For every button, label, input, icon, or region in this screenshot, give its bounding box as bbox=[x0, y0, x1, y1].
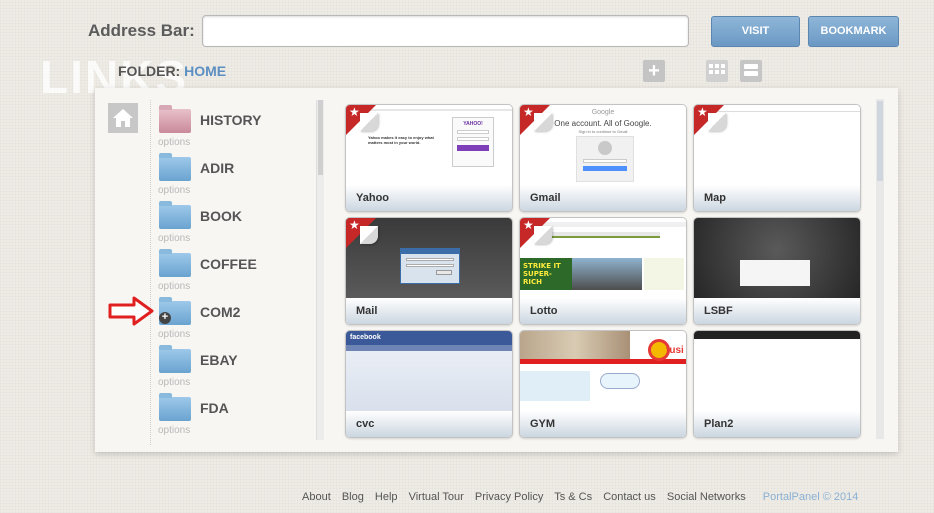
page-curl bbox=[360, 113, 378, 131]
folder-path-current[interactable]: HOME bbox=[184, 63, 226, 79]
tile-gym[interactable]: fusi GYM bbox=[519, 330, 687, 438]
folder-path-label: FOLDER: bbox=[118, 63, 181, 79]
footer-link-help[interactable]: Help bbox=[375, 491, 398, 503]
tile-label: Plan2 bbox=[704, 418, 734, 430]
folder-adir[interactable]: ADIR options bbox=[157, 153, 307, 204]
folder-icon bbox=[159, 393, 191, 421]
tile-preview-logo: YAHOO! bbox=[463, 121, 483, 127]
folder-icon bbox=[159, 345, 191, 373]
star-icon: ★ bbox=[523, 218, 534, 232]
tile-label: Map bbox=[704, 192, 726, 204]
folder-com2[interactable]: + COM2 options bbox=[157, 297, 307, 348]
folder-options-link[interactable]: options bbox=[158, 377, 190, 388]
tile-label: Lotto bbox=[530, 305, 558, 317]
page-curl bbox=[708, 113, 726, 131]
bookmark-tiles: Yahoo makes it easy to enjoy what matter… bbox=[330, 99, 870, 444]
footer-link-privacy-policy[interactable]: Privacy Policy bbox=[475, 491, 543, 503]
bookmark-button[interactable]: BOOKMARK bbox=[808, 16, 899, 47]
folder-options-link[interactable]: options bbox=[158, 425, 190, 436]
tile-label: GYM bbox=[530, 418, 556, 430]
folder-coffee[interactable]: COFFEE options bbox=[157, 249, 307, 300]
tile-label: Yahoo bbox=[356, 192, 390, 204]
folder-icon bbox=[159, 105, 191, 133]
folder-icon bbox=[159, 153, 191, 181]
folder-fda[interactable]: FDA options bbox=[157, 393, 307, 444]
home-icon bbox=[113, 109, 133, 127]
footer-brand: PortalPanel © 2014 bbox=[762, 491, 859, 503]
page-curl bbox=[360, 226, 378, 244]
footer: About Blog Help Virtual Tour Privacy Pol… bbox=[302, 491, 866, 503]
tile-label: LSBF bbox=[704, 305, 733, 317]
tile-preview-text: Yahoo makes it easy to enjoy what matter… bbox=[368, 135, 434, 145]
folder-name: COFFEE bbox=[200, 256, 257, 272]
list-view-icon[interactable] bbox=[740, 60, 762, 82]
folder-name: ADIR bbox=[200, 160, 235, 176]
footer-link-virtual-tour[interactable]: Virtual Tour bbox=[409, 491, 464, 503]
folder-book[interactable]: BOOK options bbox=[157, 201, 307, 252]
folder-icon bbox=[159, 201, 191, 229]
tile-yahoo[interactable]: Yahoo makes it easy to enjoy what matter… bbox=[345, 104, 513, 212]
folder-options-link[interactable]: options bbox=[158, 137, 190, 148]
folder-name: COM2 bbox=[200, 304, 241, 320]
address-input[interactable] bbox=[202, 15, 689, 47]
folder-name: EBAY bbox=[200, 352, 238, 368]
grid-view-icon[interactable] bbox=[706, 60, 728, 82]
star-icon: ★ bbox=[349, 105, 360, 119]
tile-gmail[interactable]: Google One account. All of Google. Sign … bbox=[519, 104, 687, 212]
folder-options-link[interactable]: options bbox=[158, 233, 190, 244]
folder-name: HISTORY bbox=[200, 112, 262, 128]
page-curl bbox=[534, 226, 552, 244]
footer-link-terms[interactable]: Ts & Cs bbox=[554, 491, 592, 503]
tile-mail[interactable]: Mail ★ bbox=[345, 217, 513, 325]
star-icon: ★ bbox=[697, 105, 708, 119]
tile-preview-logo: fusi bbox=[666, 345, 684, 356]
folder-icon bbox=[159, 249, 191, 277]
sidebar-divider bbox=[150, 100, 151, 445]
folder-options-link[interactable]: options bbox=[158, 281, 190, 292]
folder-options-link[interactable]: options bbox=[158, 329, 190, 340]
folder-path: FOLDER: HOME bbox=[118, 63, 226, 79]
tile-lsbf[interactable]: LSBF bbox=[693, 217, 861, 325]
tile-map[interactable]: Map ★ bbox=[693, 104, 861, 212]
main-scrollbar[interactable] bbox=[876, 99, 884, 439]
page-curl bbox=[534, 113, 552, 131]
footer-link-contact[interactable]: Contact us bbox=[603, 491, 656, 503]
footer-link-social-networks[interactable]: Social Networks bbox=[667, 491, 746, 503]
tile-label: Mail bbox=[356, 305, 378, 317]
folder-name: BOOK bbox=[200, 208, 242, 224]
folder-options-link[interactable]: options bbox=[158, 185, 190, 196]
tile-preview-banner: STRIKE IT SUPER-RICH bbox=[523, 262, 561, 286]
folder-name: FDA bbox=[200, 400, 229, 416]
tile-preview-logo: facebook bbox=[350, 334, 381, 341]
folder-ebay[interactable]: EBAY options bbox=[157, 345, 307, 396]
tile-label: Gmail bbox=[530, 192, 561, 204]
star-icon: ★ bbox=[523, 105, 534, 119]
sidebar-scrollbar[interactable] bbox=[316, 100, 324, 440]
star-icon: ★ bbox=[349, 218, 360, 232]
address-bar-label: Address Bar: bbox=[88, 21, 195, 40]
tile-label: cvc bbox=[356, 418, 375, 430]
tile-lotto[interactable]: STRIKE IT SUPER-RICH Lotto ★ bbox=[519, 217, 687, 325]
plus-icon[interactable]: + bbox=[643, 60, 665, 82]
tile-plan2[interactable]: Plan2 bbox=[693, 330, 861, 438]
red-arrow-icon bbox=[108, 296, 154, 326]
visit-button[interactable]: VISIT bbox=[711, 16, 800, 47]
add-subfolder-icon[interactable]: + bbox=[159, 312, 171, 324]
folder-history[interactable]: HISTORY options bbox=[157, 105, 307, 156]
footer-link-blog[interactable]: Blog bbox=[342, 491, 364, 503]
footer-link-about[interactable]: About bbox=[302, 491, 331, 503]
home-button[interactable] bbox=[108, 103, 138, 133]
tile-cvc[interactable]: facebook cvc bbox=[345, 330, 513, 438]
